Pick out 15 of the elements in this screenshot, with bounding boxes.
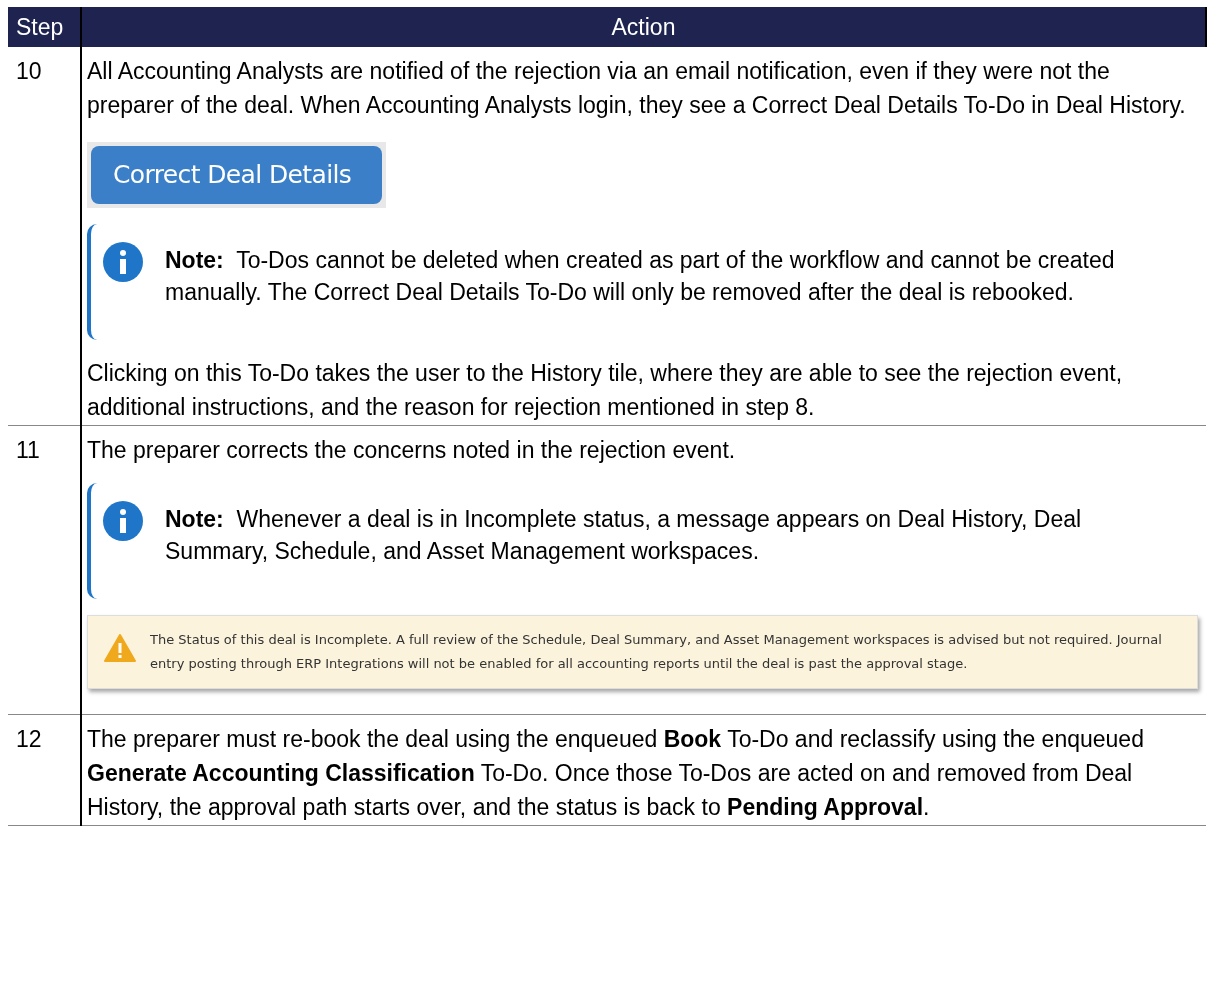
action-text: Clicking on this To-Do takes the user to the History tile, where they are able to see the rejection event, additional instructions, and the reason for rejection mentioned in step 8. <box>87 359 1124 422</box>
action-text: The preparer must re-book the deal using the enqueued Book To-Do and reclassify using the enqueued Generate Accounting Classification To-Do. Once those To-Dos are acted on and removed from Deal History, the approval path starts over, and the status is back to Pending Approval. <box>87 725 1145 822</box>
info-icon <box>103 242 143 282</box>
column-header: Action <box>81 7 1206 47</box>
action-text: All Accounting Analysts are notified of the rejection via an email notification, even if they were not the preparer of the deal. When Accounting Analysts login, they see a Correct Deal Details To-Do in Deal History. <box>87 57 1187 120</box>
warning-text: The Status of this deal is Incomplete. A full review of the Schedule, Deal Summary, and Asset Management workspaces is advised but not required. Journal entry posting through ERP Integrations will not be enabled for all accounting reports until the deal is past the approval stage. <box>150 631 1163 673</box>
step-number: 10 <box>8 47 81 426</box>
step-number: 11 <box>8 425 81 715</box>
note-text: Note: Whenever a deal is in Incomplete status, a message appears on Deal History, Deal Summary, Schedule, and Asset Management workspaces. <box>165 505 1083 566</box>
warning-icon <box>104 634 136 662</box>
note-text: Note: To-Dos cannot be deleted when created as part of the workflow and cannot be created manually. The Correct Deal Details To-Do will only be removed after the deal is rebooked. <box>165 246 1116 307</box>
info-icon <box>103 501 143 541</box>
action-text: The preparer corrects the concerns noted in the rejection event. <box>87 436 737 465</box>
step-number: 12 <box>8 714 81 826</box>
column-header: Step <box>8 7 81 47</box>
